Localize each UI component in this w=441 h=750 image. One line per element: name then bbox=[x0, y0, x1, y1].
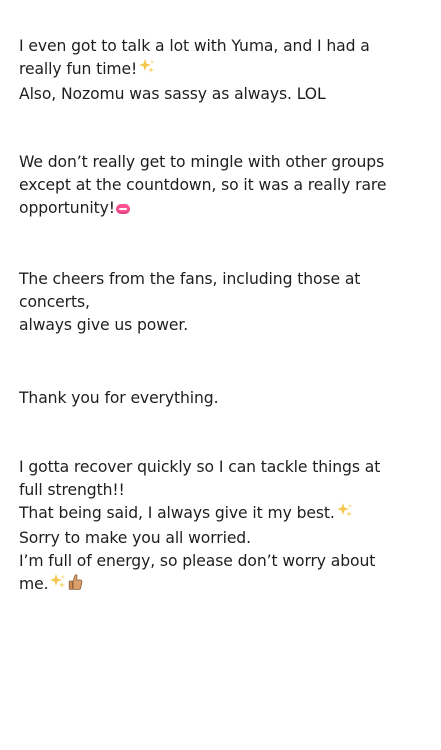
paragraph-3-line-3: always give us power. bbox=[19, 316, 189, 334]
paragraph-4-line-1: Thank you for everything. bbox=[19, 389, 219, 407]
paragraph-3-line-2: concerts, bbox=[19, 293, 90, 311]
paragraph-1-line-2-text: really fun time! bbox=[19, 60, 138, 78]
sparkles-icon bbox=[49, 573, 67, 598]
lips-icon bbox=[115, 204, 130, 214]
paragraph-5-line-6-text: me. bbox=[19, 575, 49, 593]
thumbs-up-icon bbox=[68, 573, 83, 598]
paragraph-2-line-2: except at the countdown, so it was a rea… bbox=[19, 176, 387, 194]
sparkles-icon bbox=[138, 58, 156, 83]
paragraph-1: I even got to talk a lot with Yuma, and … bbox=[19, 35, 429, 106]
paragraph-1-line-1: I even got to talk a lot with Yuma, and … bbox=[19, 37, 370, 55]
post-content: I even got to talk a lot with Yuma, and … bbox=[19, 35, 429, 598]
paragraph-5-line-3: That being said, I always give it my bes… bbox=[19, 502, 429, 527]
paragraph-5-line-2: full strength!! bbox=[19, 481, 125, 499]
paragraph-5-line-6: me. bbox=[19, 573, 429, 598]
paragraph-5-line-4: Sorry to make you all worried. bbox=[19, 529, 251, 547]
paragraph-5-line-3-text: That being said, I always give it my bes… bbox=[19, 504, 335, 522]
paragraph-1-line-3: Also, Nozomu was sassy as always. LOL bbox=[19, 85, 326, 103]
paragraph-3-line-1: The cheers from the fans, including thos… bbox=[19, 270, 361, 288]
paragraph-2: We don’t really get to mingle with other… bbox=[19, 151, 429, 220]
paragraph-5-line-1: I gotta recover quickly so I can tackle … bbox=[19, 458, 381, 476]
paragraph-2-line-1: We don’t really get to mingle with other… bbox=[19, 153, 385, 171]
paragraph-3: The cheers from the fans, including thos… bbox=[19, 268, 429, 337]
paragraph-5: I gotta recover quickly so I can tackle … bbox=[19, 456, 429, 598]
paragraph-5-line-5: I’m full of energy, so please don’t worr… bbox=[19, 552, 376, 570]
paragraph-1-line-2: really fun time! bbox=[19, 58, 429, 83]
paragraph-2-line-3-text: opportunity! bbox=[19, 199, 115, 217]
sparkles-icon bbox=[336, 502, 354, 527]
paragraph-4: Thank you for everything. bbox=[19, 387, 429, 410]
paragraph-2-line-3: opportunity! bbox=[19, 197, 429, 220]
